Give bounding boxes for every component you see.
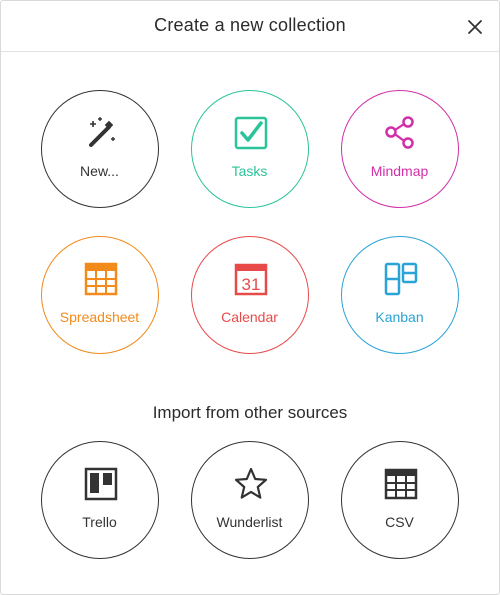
tile-label: Wunderlist bbox=[216, 514, 283, 530]
calendar-button[interactable]: 31 Calendar bbox=[191, 236, 309, 354]
checkbox-icon bbox=[234, 116, 268, 150]
tile-label: Trello bbox=[82, 514, 117, 530]
tile-label: Spreadsheet bbox=[59, 309, 140, 325]
tasks-button[interactable]: Tasks bbox=[191, 90, 309, 208]
import-csv-button[interactable]: CSV bbox=[341, 441, 459, 559]
import-wunderlist-button[interactable]: Wunderlist bbox=[191, 441, 309, 559]
close-icon bbox=[468, 20, 482, 34]
new-collection-button[interactable]: New... bbox=[41, 90, 159, 208]
mindmap-icon bbox=[385, 116, 414, 149]
tile-label: CSV bbox=[385, 514, 414, 530]
calendar-icon: 31 bbox=[234, 263, 268, 296]
mindmap-button[interactable]: Mindmap bbox=[341, 90, 459, 208]
magic-wand-icon bbox=[89, 117, 115, 147]
close-button[interactable] bbox=[463, 15, 487, 39]
tile-label: Calendar bbox=[221, 309, 278, 325]
spreadsheet-icon bbox=[84, 262, 118, 296]
dialog-title: Create a new collection bbox=[154, 15, 346, 35]
star-icon bbox=[234, 467, 268, 499]
calendar-day-text: 31 bbox=[242, 275, 261, 294]
import-heading: Import from other sources bbox=[152, 403, 348, 422]
tile-label: New... bbox=[80, 163, 119, 179]
import-trello-button[interactable]: Trello bbox=[41, 441, 159, 559]
table-icon bbox=[384, 468, 418, 500]
trello-icon bbox=[84, 467, 118, 501]
dialog-header: Create a new collection bbox=[1, 1, 499, 52]
spreadsheet-button[interactable]: Spreadsheet bbox=[41, 236, 159, 354]
kanban-icon bbox=[384, 262, 418, 296]
tile-label: Mindmap bbox=[370, 163, 429, 179]
tile-label: Kanban bbox=[375, 309, 424, 325]
create-collection-dialog: Create a new collection New... Tasks Min… bbox=[0, 0, 500, 595]
tile-label: Tasks bbox=[231, 163, 268, 179]
kanban-button[interactable]: Kanban bbox=[341, 236, 459, 354]
